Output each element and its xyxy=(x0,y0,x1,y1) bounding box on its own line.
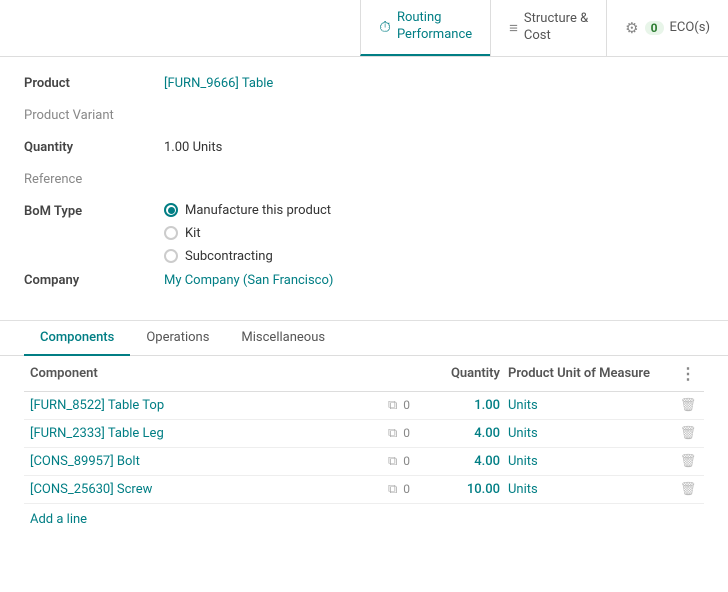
qty-3: 10.00 xyxy=(448,482,508,497)
copy-icon-0[interactable]: ⧉ xyxy=(388,398,397,413)
table-row: [CONS_89957] Bolt ⧉ 0 4.00 Units 🗑 xyxy=(24,448,704,476)
tabs-bar: Components Operations Miscellaneous xyxy=(0,321,728,356)
radio-subcontracting-circle xyxy=(164,249,178,263)
tab-components[interactable]: Components xyxy=(24,321,130,356)
col-header-uom: Product Unit of Measure xyxy=(508,366,678,381)
radio-kit[interactable]: Kit xyxy=(164,226,331,241)
reference-label: Reference xyxy=(24,169,164,187)
copy-icon-1[interactable]: ⧉ xyxy=(388,426,397,441)
component-name-3[interactable]: [CONS_25630] Screw xyxy=(30,482,388,497)
copy-area-3: ⧉ 0 xyxy=(388,482,448,497)
nav-eco-label: ECO(s) xyxy=(670,20,710,35)
component-name-0[interactable]: [FURN_8522] Table Top xyxy=(30,398,388,413)
delete-row-3[interactable]: 🗑 xyxy=(678,482,698,497)
tab-miscellaneous[interactable]: Miscellaneous xyxy=(225,321,341,356)
nav-structure-cost[interactable]: ≡ Structure &Cost xyxy=(490,0,606,56)
radio-manufacture-circle xyxy=(164,203,178,217)
qty-0: 1.00 xyxy=(448,398,508,413)
nav-routing-label: RoutingPerformance xyxy=(397,10,472,44)
uom-1[interactable]: Units xyxy=(508,426,678,441)
delete-row-0[interactable]: 🗑 xyxy=(678,398,698,413)
table-row: [CONS_25630] Screw ⧉ 0 10.00 Units 🗑 xyxy=(24,476,704,504)
demand-0: 0 xyxy=(403,398,410,412)
add-line-button[interactable]: Add a line xyxy=(24,504,704,535)
copy-area-1: ⧉ 0 xyxy=(388,426,448,441)
product-variant-label: Product Variant xyxy=(24,105,164,123)
bom-type-row: BoM Type Manufacture this product Kit Su… xyxy=(24,201,704,264)
radio-subcontracting[interactable]: Subcontracting xyxy=(164,249,331,264)
qty-2: 4.00 xyxy=(448,454,508,469)
demand-3: 0 xyxy=(403,482,410,496)
nav-structure-label: Structure &Cost xyxy=(524,11,588,45)
product-label: Product xyxy=(24,73,164,91)
demand-1: 0 xyxy=(403,426,410,440)
product-value[interactable]: [FURN_9666] Table xyxy=(164,73,273,91)
uom-0[interactable]: Units xyxy=(508,398,678,413)
copy-icon-3[interactable]: ⧉ xyxy=(388,482,397,497)
radio-manufacture-label: Manufacture this product xyxy=(185,203,331,218)
table-row: [FURN_8522] Table Top ⧉ 0 1.00 Units 🗑 xyxy=(24,392,704,420)
nav-routing-performance[interactable]: ⏱ RoutingPerformance xyxy=(360,0,490,56)
components-table: Component Quantity Product Unit of Measu… xyxy=(0,356,728,535)
component-name-1[interactable]: [FURN_2333] Table Leg xyxy=(30,426,388,441)
copy-icon-2[interactable]: ⧉ xyxy=(388,454,397,469)
col-header-component: Component xyxy=(30,366,388,381)
qty-1: 4.00 xyxy=(448,426,508,441)
col-header-more: ⋮ xyxy=(678,364,698,383)
component-name-2[interactable]: [CONS_89957] Bolt xyxy=(30,454,388,469)
nav-eco[interactable]: ⚙ 0 ECO(s) xyxy=(606,0,728,56)
uom-2[interactable]: Units xyxy=(508,454,678,469)
table-row: [FURN_2333] Table Leg ⧉ 0 4.00 Units 🗑 xyxy=(24,420,704,448)
uom-3[interactable]: Units xyxy=(508,482,678,497)
radio-kit-circle xyxy=(164,226,178,240)
bom-type-label: BoM Type xyxy=(24,201,164,219)
col-header-quantity: Quantity xyxy=(388,366,508,381)
delete-row-1[interactable]: 🗑 xyxy=(678,426,698,441)
quantity-row: Quantity 1.00 Units xyxy=(24,137,704,163)
product-row: Product [FURN_9666] Table xyxy=(24,73,704,99)
radio-kit-label: Kit xyxy=(185,226,201,241)
delete-row-2[interactable]: 🗑 xyxy=(678,454,698,469)
copy-area-2: ⧉ 0 xyxy=(388,454,448,469)
radio-subcontracting-label: Subcontracting xyxy=(185,249,273,264)
gear-icon: ⚙ xyxy=(625,19,638,37)
reference-row: Reference xyxy=(24,169,704,195)
demand-2: 0 xyxy=(403,454,410,468)
company-label: Company xyxy=(24,270,164,288)
company-value[interactable]: My Company (San Francisco) xyxy=(164,270,333,288)
menu-icon: ≡ xyxy=(509,19,518,37)
bom-type-options: Manufacture this product Kit Subcontract… xyxy=(164,201,331,264)
clock-icon: ⏱ xyxy=(379,18,391,36)
eco-count: 0 xyxy=(645,21,664,35)
copy-area-0: ⧉ 0 xyxy=(388,398,448,413)
form-section: Product [FURN_9666] Table Product Varian… xyxy=(0,57,728,310)
table-header: Component Quantity Product Unit of Measu… xyxy=(24,356,704,392)
tab-operations[interactable]: Operations xyxy=(130,321,225,356)
top-navigation: ⏱ RoutingPerformance ≡ Structure &Cost ⚙… xyxy=(0,0,728,57)
more-options-icon[interactable]: ⋮ xyxy=(680,364,696,383)
quantity-value: 1.00 Units xyxy=(164,137,222,155)
product-variant-row: Product Variant xyxy=(24,105,704,131)
quantity-label: Quantity xyxy=(24,137,164,155)
radio-manufacture[interactable]: Manufacture this product xyxy=(164,203,331,218)
company-row: Company My Company (San Francisco) xyxy=(24,270,704,296)
